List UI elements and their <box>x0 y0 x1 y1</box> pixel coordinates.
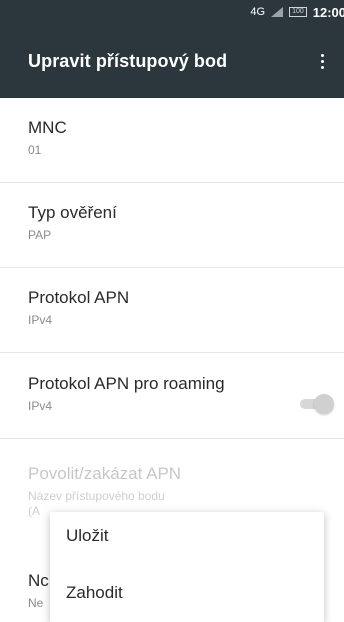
setting-value: IPv4 <box>28 399 53 413</box>
setting-value: IPv4 <box>28 313 53 327</box>
setting-title: Povolit/zakázat APN <box>28 464 182 483</box>
setting-title: Protokol APN pro roaming <box>28 374 225 393</box>
setting-mnc[interactable]: MNC 01 <box>28 118 344 200</box>
menu-item-discard[interactable]: Zahodit <box>66 583 123 603</box>
setting-title: Protokol APN <box>28 288 130 307</box>
apn-toggle[interactable] <box>296 394 334 414</box>
setting-value: PAP <box>28 228 52 242</box>
battery-level: 100 <box>292 8 304 15</box>
clock: 12:00 <box>312 4 344 20</box>
setting-value: 01 <box>28 143 42 157</box>
setting-value: Název přístupového bodu <box>28 489 165 503</box>
toggle-thumb <box>314 394 334 414</box>
page-title: Upravit přístupový bod <box>28 50 228 71</box>
divider <box>0 438 344 439</box>
setting-title: Typ ověření <box>28 203 117 222</box>
battery-icon: 100 <box>289 7 307 17</box>
setting-apn-roaming-protocol[interactable]: Protokol APN pro roaming IPv4 <box>28 374 344 456</box>
divider <box>0 267 344 268</box>
setting-title: MNC <box>28 118 67 137</box>
more-vert-icon[interactable] <box>315 48 330 75</box>
partial-row-title: Nc <box>28 571 49 590</box>
status-bar: 4G 100 12:00 <box>0 0 344 24</box>
divider <box>0 352 344 353</box>
divider <box>0 182 344 183</box>
partial-row-value: Ne <box>28 596 44 610</box>
menu-item-save[interactable]: Uložit <box>66 526 109 546</box>
setting-value-cont: (A <box>28 504 40 518</box>
signal-icon <box>271 7 284 17</box>
app-bar: Upravit přístupový bod <box>0 24 344 98</box>
setting-auth-type[interactable]: Typ ověření PAP <box>28 203 344 285</box>
network-type: 4G <box>250 6 266 18</box>
setting-apn-protocol[interactable]: Protokol APN IPv4 <box>28 288 344 370</box>
